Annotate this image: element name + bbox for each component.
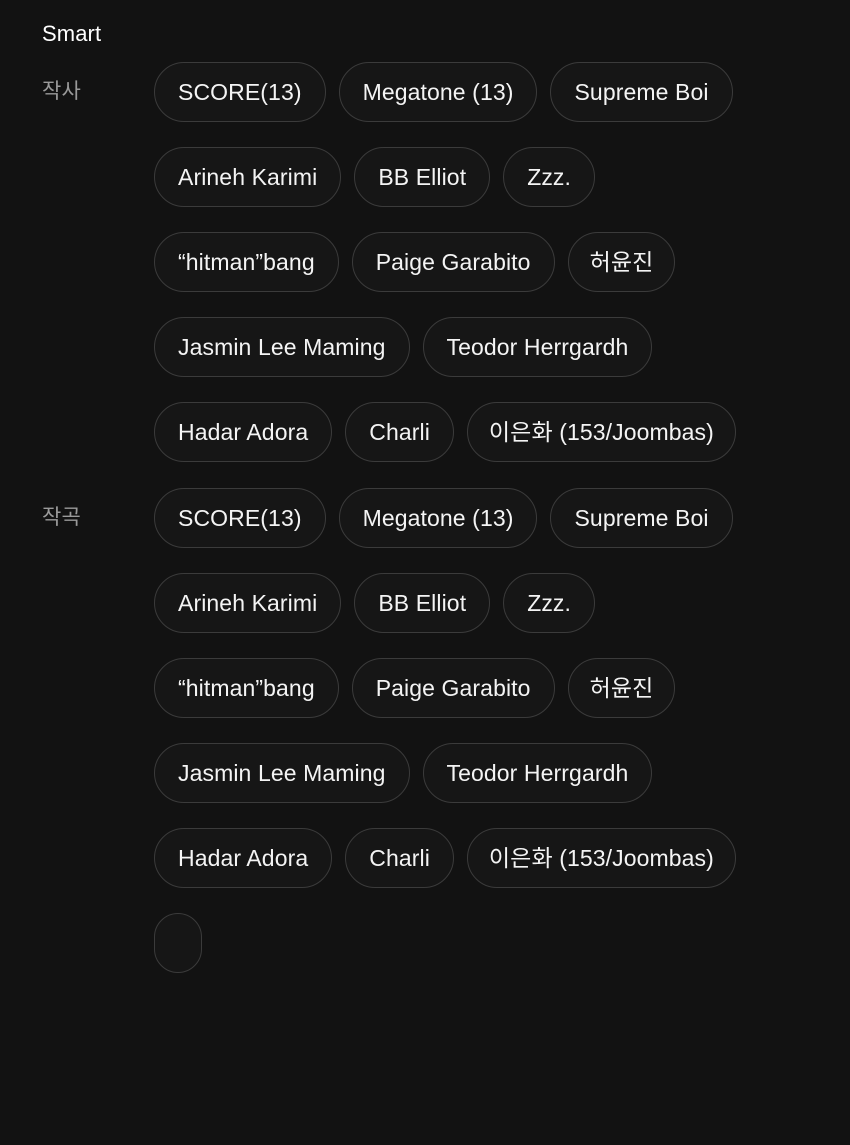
credit-role-label: 작곡 — [42, 506, 82, 529]
credit-chip[interactable]: Charli — [345, 828, 454, 888]
credit-chip[interactable]: Hadar Adora — [154, 402, 333, 462]
credit-chip-list: SCORE(13) Megatone (13) Supreme Boi Arineh … — [154, 488, 792, 888]
credit-chip[interactable]: Arineh Karimi — [154, 573, 342, 633]
clipped-chip-row — [0, 913, 850, 978]
credit-chip[interactable]: 이은화 (153/Joombas) — [466, 828, 736, 888]
credit-chip[interactable]: 이은화 (153/Joombas) — [466, 402, 736, 462]
credit-chip[interactable]: BB Elliot — [354, 573, 491, 633]
credit-chip[interactable]: Paige Garabito — [351, 232, 555, 292]
credit-chip[interactable]: Paige Garabito — [351, 658, 555, 718]
credit-chip[interactable]: Jasmin Lee Maming — [154, 743, 410, 803]
credit-chip[interactable]: Zzz. — [503, 147, 596, 207]
credit-section: 작곡 SCORE(13) Megatone (13) Supreme Boi Arine… — [0, 488, 850, 888]
credit-section: 작사 SCORE(13) Megatone (13) Supreme Boi Arine… — [0, 62, 850, 462]
credit-chip[interactable]: Teodor Herrgardh — [422, 317, 653, 377]
credit-chip[interactable]: Zzz. — [503, 573, 596, 633]
credit-chip[interactable]: Charli — [345, 402, 454, 462]
credit-chip[interactable]: 허윤진 — [567, 658, 676, 718]
credit-chip[interactable]: BB Elliot — [354, 147, 491, 207]
clipped-chip[interactable] — [154, 913, 202, 973]
credit-chip[interactable]: SCORE(13) — [154, 488, 326, 548]
credit-chip[interactable]: “hitman”bang — [154, 232, 339, 292]
credits-page: Smart 작사 SCORE(13) Megatone (13) Supreme Bo… — [0, 0, 850, 1145]
credit-role-label: 작사 — [42, 80, 82, 103]
credit-chip[interactable]: SCORE(13) — [154, 62, 326, 122]
page-header: Smart — [0, 0, 850, 62]
page-title: Smart — [42, 21, 102, 46]
credit-chip-list: SCORE(13) Megatone (13) Supreme Boi Arineh … — [154, 62, 792, 462]
credit-chip[interactable]: Arineh Karimi — [154, 147, 342, 207]
credit-chip[interactable]: Supreme Boi — [550, 62, 733, 122]
credit-chip[interactable]: Megatone (13) — [338, 62, 538, 122]
credit-chip[interactable]: Supreme Boi — [550, 488, 733, 548]
credit-chip[interactable]: Hadar Adora — [154, 828, 333, 888]
credit-chip[interactable]: Jasmin Lee Maming — [154, 317, 410, 377]
credit-sections: 작사 SCORE(13) Megatone (13) Supreme Boi Arine… — [0, 62, 850, 888]
credit-chip[interactable]: 허윤진 — [567, 232, 676, 292]
credit-chip[interactable]: Megatone (13) — [338, 488, 538, 548]
credit-chip[interactable]: “hitman”bang — [154, 658, 339, 718]
credit-chip[interactable]: Teodor Herrgardh — [422, 743, 653, 803]
